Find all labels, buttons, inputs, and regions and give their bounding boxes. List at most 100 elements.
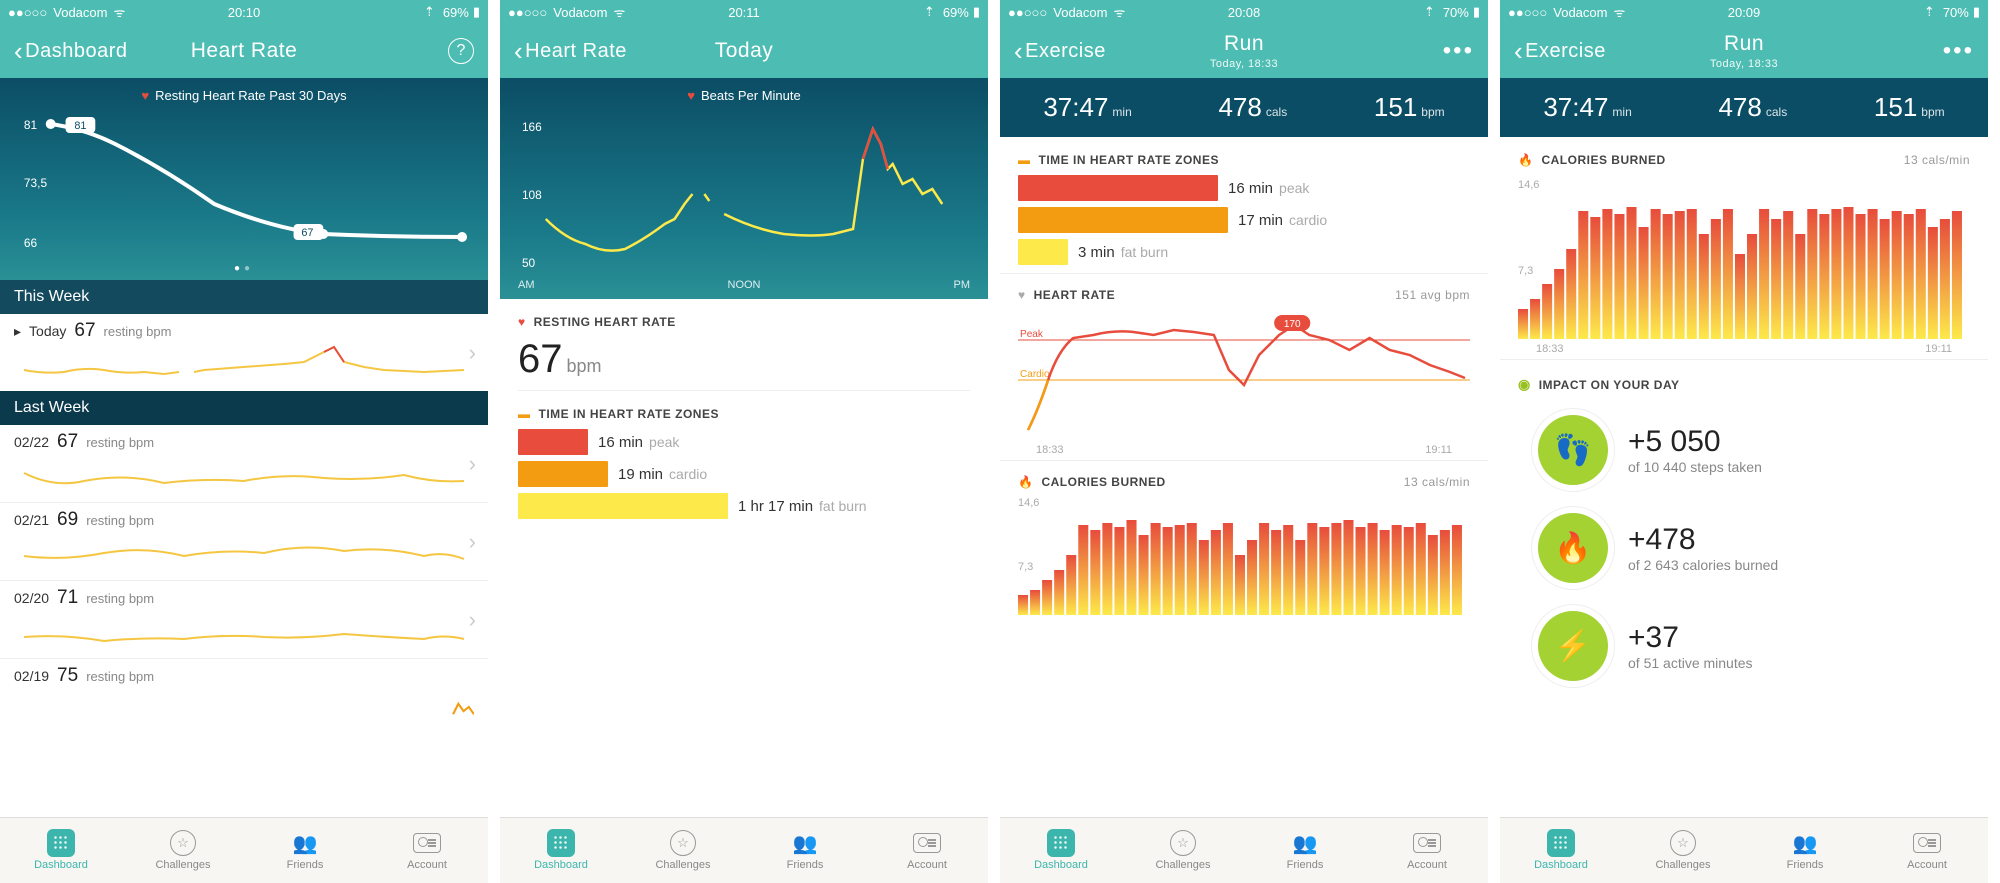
chevron-left-icon: ‹ [1514, 36, 1523, 67]
svg-text:50: 50 [522, 256, 536, 270]
back-button[interactable]: ‹Exercise [1514, 36, 1606, 67]
y-tick: 14,6 [1018, 497, 1470, 509]
battery-label: 69% [443, 5, 469, 20]
steps-icon: 👣 [1538, 415, 1608, 485]
tab-friends[interactable]: 👥Friends [244, 818, 366, 883]
heart-icon: ♥ [1018, 288, 1026, 302]
calories-chart[interactable] [1518, 199, 1970, 339]
sparkline [14, 687, 474, 729]
clock: 20:10 [228, 5, 261, 20]
navbar: ‹Dashboard Heart Rate ? [0, 24, 488, 78]
account-icon [413, 833, 441, 853]
day-unit: resting bpm [86, 513, 154, 528]
help-button[interactable]: ? [448, 38, 474, 64]
day-value: 75 [57, 665, 78, 687]
help-icon: ? [448, 38, 474, 64]
more-icon: ••• [1943, 39, 1974, 63]
tab-challenges[interactable]: ☆Challenges [1622, 818, 1744, 883]
svg-text:66: 66 [24, 236, 38, 250]
impact-sub: of 51 active minutes [1628, 655, 1753, 671]
impact-sub: of 10 440 steps taken [1628, 459, 1762, 475]
target-icon: ◉ [1518, 376, 1531, 393]
day-row[interactable]: 02/1975resting bpm [0, 658, 488, 736]
day-value: 67 [57, 431, 78, 453]
back-button[interactable]: ‹Exercise [1014, 36, 1106, 67]
more-button[interactable]: ••• [1943, 39, 1974, 63]
tab-dashboard[interactable]: Dashboard [500, 818, 622, 883]
back-button[interactable]: ‹Heart Rate [514, 36, 627, 67]
cal-rate: 13 cals/min [1404, 475, 1470, 489]
day-label: Today [29, 323, 66, 339]
back-button[interactable]: ‹Dashboard [14, 36, 128, 67]
svg-text:166: 166 [522, 120, 542, 134]
bpm-chart[interactable]: 166 108 50 [500, 109, 988, 279]
tab-challenges[interactable]: ☆Challenges [1122, 818, 1244, 883]
page-dots[interactable]: ●● [0, 259, 488, 280]
day-row[interactable]: 02/2071resting bpm › [0, 580, 488, 658]
zone-peak: 16 minpeak [1018, 175, 1470, 201]
day-label: 02/21 [14, 512, 49, 528]
stat-calories: 478cals [1718, 92, 1787, 123]
tab-account[interactable]: Account [366, 818, 488, 883]
star-badge-icon: ☆ [1670, 830, 1696, 856]
tab-friends[interactable]: 👥Friends [1244, 818, 1366, 883]
svg-text:81: 81 [24, 118, 38, 132]
day-row[interactable]: 02/2267resting bpm › [0, 425, 488, 502]
wifi-icon: ᯤ [113, 3, 125, 21]
day-unit: resting bpm [86, 669, 154, 684]
day-row[interactable]: 02/2169resting bpm › [0, 502, 488, 580]
account-icon [913, 833, 941, 853]
friends-icon: 👥 [1291, 830, 1319, 856]
impact-steps: 👣 +5 050of 10 440 steps taken [1518, 401, 1970, 499]
tab-account[interactable]: Account [1366, 818, 1488, 883]
section-label: IMPACT ON YOUR DAY [1539, 378, 1680, 392]
hero-title: Resting Heart Rate Past 30 Days [155, 88, 346, 103]
chevron-left-icon: ‹ [14, 36, 23, 67]
tab-dashboard[interactable]: Dashboard [1500, 818, 1622, 883]
flame-icon: 🔥 [1018, 475, 1033, 489]
heart-icon: ♥ [141, 88, 149, 103]
section-this-week: This Week [0, 280, 488, 314]
back-label: Heart Rate [525, 40, 627, 63]
star-badge-icon: ☆ [170, 830, 196, 856]
rhr-30day-chart[interactable]: 81 73,5 66 81 67 [0, 109, 488, 259]
status-bar: ●●○○○Vodacomᯤ 20:09 ⇡70%▮ [1500, 0, 1988, 24]
svg-text:Cardio: Cardio [1020, 369, 1050, 380]
calories-chart[interactable] [1018, 515, 1470, 615]
tab-label: Challenges [155, 859, 210, 871]
tab-dashboard[interactable]: Dashboard [0, 818, 122, 883]
day-label: 02/22 [14, 434, 49, 450]
tab-friends[interactable]: 👥Friends [744, 818, 866, 883]
zones-icon: ▬ [518, 407, 531, 421]
day-row-today[interactable]: ▸Today67resting bpm › [0, 314, 488, 391]
more-icon: ••• [1443, 39, 1474, 63]
chevron-right-icon: › [469, 607, 476, 633]
svg-text:67: 67 [301, 227, 313, 239]
back-label: Exercise [1525, 40, 1606, 63]
svg-text:108: 108 [522, 188, 542, 202]
tab-dashboard[interactable]: Dashboard [1000, 818, 1122, 883]
section-label: HEART RATE [1034, 288, 1115, 302]
tab-account[interactable]: Account [866, 818, 988, 883]
navbar: ‹Exercise RunToday, 18:33 ••• [1500, 24, 1988, 78]
more-button[interactable]: ••• [1443, 39, 1474, 63]
tab-challenges[interactable]: ☆ Challenges [122, 818, 244, 883]
flame-icon: 🔥 [1518, 153, 1533, 167]
tab-account[interactable]: Account [1866, 818, 1988, 883]
zone-cardio: 17 mincardio [1018, 207, 1470, 233]
impact-calories: 🔥 +478of 2 643 calories burned [1518, 499, 1970, 597]
hr-run-chart[interactable]: Peak Cardio 170 [1018, 310, 1470, 440]
tab-challenges[interactable]: ☆Challenges [622, 818, 744, 883]
zone-fatburn: 3 minfat burn [1018, 239, 1470, 265]
screen-heart-rate: ●●○○○Vodacomᯤ 20:10 ⇡69%▮ ‹Dashboard Hea… [0, 0, 488, 883]
chevron-right-icon: › [469, 451, 476, 477]
svg-text:Peak: Peak [1020, 329, 1044, 340]
resting-bpm-value: 67bpm [518, 337, 970, 382]
cal-rate: 13 cals/min [1904, 153, 1970, 167]
stats-band: 37:47min 478cals 151bpm [1500, 78, 1988, 137]
zone-peak: 16 minpeak [518, 429, 970, 455]
section-label: RESTING HEART RATE [534, 315, 676, 329]
tab-friends[interactable]: 👥Friends [1744, 818, 1866, 883]
carrier-label: Vodacom [53, 5, 107, 20]
chevron-right-icon: › [469, 340, 476, 366]
